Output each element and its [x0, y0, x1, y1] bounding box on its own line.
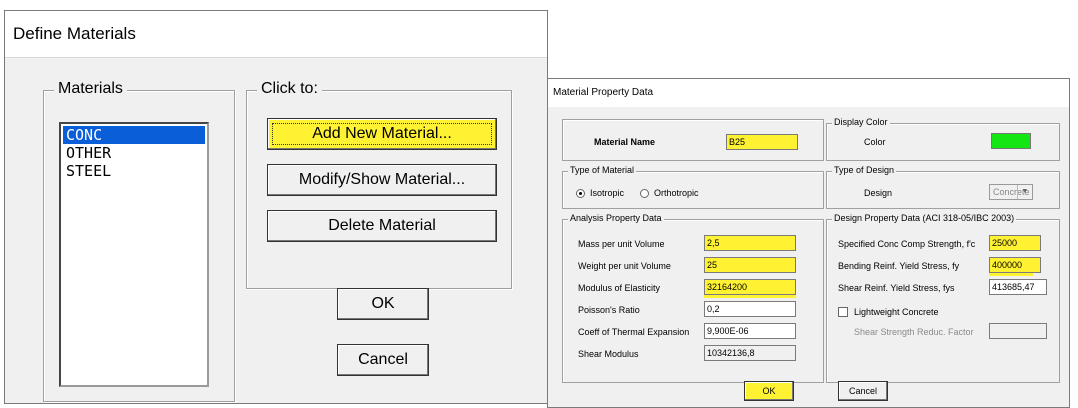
isotropic-radio[interactable]	[576, 189, 585, 198]
fc-field[interactable]: 25000	[989, 235, 1041, 251]
fc-label: Specified Conc Comp Strength, f'c	[838, 239, 976, 249]
define-materials-dialog: Define Materials Materials CONC OTHER ST…	[4, 10, 548, 404]
fys-field[interactable]: 413685,47	[989, 279, 1047, 295]
dialog-body: Materials CONC OTHER STEEL Click to: Add…	[5, 57, 547, 403]
mass-label: Mass per unit Volume	[578, 239, 665, 249]
materials-group-label: Materials	[54, 80, 127, 98]
modify-show-material-button[interactable]: Modify/Show Material...	[267, 164, 497, 196]
delete-material-button[interactable]: Delete Material	[267, 210, 497, 242]
ok-button[interactable]: OK	[337, 288, 429, 320]
orthotropic-radio[interactable]	[640, 189, 649, 198]
mass-field[interactable]: 2,5	[704, 235, 796, 251]
thermal-field[interactable]: 9,900E-06	[704, 323, 796, 339]
type-of-material-group-label: Type of Material	[568, 165, 637, 175]
design-label: Design	[864, 188, 893, 198]
material-name-field[interactable]: B25	[726, 134, 798, 150]
fy-field[interactable]: 400000	[989, 257, 1041, 273]
orthotropic-label: Orthotropic	[654, 188, 699, 198]
weight-field[interactable]: 25	[704, 257, 796, 273]
modulus-field[interactable]: 32164200	[704, 279, 796, 295]
design-dropdown[interactable]: Concrete ▼	[989, 184, 1033, 200]
lightweight-checkbox[interactable]	[838, 307, 848, 317]
click-to-group-label: Click to:	[257, 80, 322, 98]
dialog-title: Define Materials	[5, 11, 547, 57]
list-item[interactable]: STEEL	[63, 162, 205, 180]
analysis-property-group-label: Analysis Property Data	[568, 213, 664, 223]
fys-label: Shear Reinf. Yield Stress, fys	[838, 283, 955, 293]
background-document-strip	[0, 0, 1078, 10]
highlight-underline	[704, 295, 796, 298]
list-item[interactable]: OTHER	[63, 144, 205, 162]
material-name-label: Material Name	[594, 137, 656, 147]
material-property-data-dialog: Material Property Data Material Name B25…	[547, 78, 1070, 408]
cancel-button[interactable]: Cancel	[838, 381, 888, 401]
fy-label: Bending Reinf. Yield Stress, fy	[838, 261, 960, 271]
shear-modulus-field: 10342136,8	[704, 345, 796, 361]
shear-modulus-label: Shear Modulus	[578, 349, 639, 359]
type-of-design-group-label: Type of Design	[832, 165, 897, 175]
cancel-button[interactable]: Cancel	[337, 344, 429, 376]
highlight-underline	[989, 273, 1033, 276]
materials-listbox[interactable]: CONC OTHER STEEL	[59, 122, 209, 387]
add-new-material-button[interactable]: Add New Material...	[267, 118, 497, 150]
modulus-label: Modulus of Elasticity	[578, 283, 661, 293]
dialog-title: Material Property Data	[548, 79, 1069, 107]
isotropic-label: Isotropic	[590, 188, 625, 198]
poisson-field[interactable]: 0,2	[704, 301, 796, 317]
shear-reduc-label: Shear Strength Reduc. Factor	[854, 327, 974, 337]
lightweight-label: Lightweight Concrete	[854, 307, 939, 317]
list-item[interactable]: CONC	[63, 126, 205, 144]
display-color-group-label: Display Color	[832, 117, 890, 127]
weight-label: Weight per unit Volume	[578, 261, 671, 271]
add-new-material-label: Add New Material...	[312, 125, 452, 142]
color-swatch[interactable]	[991, 133, 1031, 149]
thermal-label: Coeff of Thermal Expansion	[578, 327, 690, 337]
color-label: Color	[864, 137, 886, 147]
poisson-label: Poisson's Ratio	[578, 305, 640, 315]
ok-button[interactable]: OK	[744, 381, 794, 401]
shear-reduc-field	[989, 323, 1047, 339]
design-property-group-label: Design Property Data (ACI 318-05/IBC 200…	[832, 213, 1017, 223]
chevron-down-icon: ▼	[1017, 185, 1032, 199]
